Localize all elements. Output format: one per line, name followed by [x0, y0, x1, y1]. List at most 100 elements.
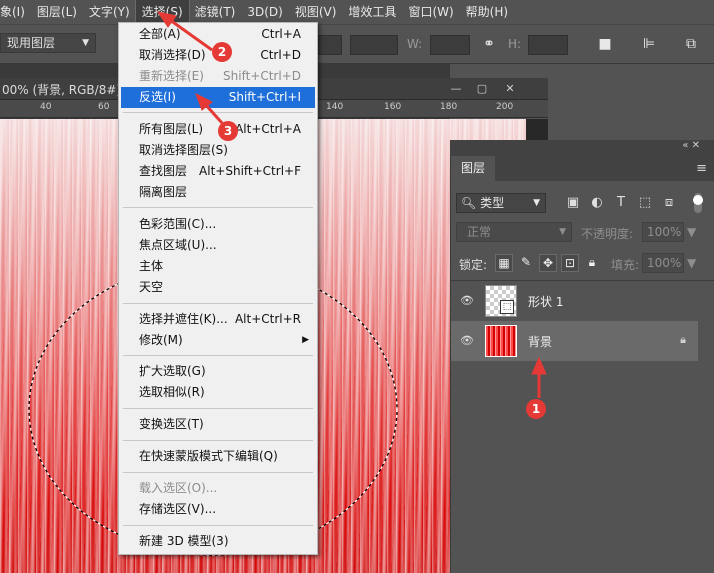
- chevron-down-icon[interactable]: ▼: [687, 225, 696, 239]
- lock-label: 锁定:: [459, 258, 488, 272]
- menu-item-new-3d-model[interactable]: 新建 3D 模型(3): [121, 531, 315, 552]
- menu-item-focus-area[interactable]: 焦点区域(U)...: [121, 235, 315, 256]
- menu-item-label: 反选(I): [139, 90, 176, 104]
- fill-label: 填充:: [611, 258, 640, 272]
- menu-item-find-layers[interactable]: 查找图层 Alt+Shift+Ctrl+F: [121, 161, 315, 182]
- menu-type[interactable]: 文字(Y): [83, 0, 136, 24]
- lock-image-icon[interactable]: ✎: [517, 254, 535, 272]
- lock-artboard-icon[interactable]: ⊡: [561, 254, 579, 272]
- link-icon[interactable]: ⚭: [480, 35, 498, 53]
- type-filter-icon[interactable]: T: [613, 195, 629, 211]
- menu-item-label: 扩大选取(G): [139, 364, 206, 378]
- options-bar: 现用图层 ▼ W: ⚭ H: ■ ⊫ ⧉: [0, 24, 714, 64]
- menu-filter[interactable]: 滤镜(T): [189, 0, 242, 24]
- menu-item-shortcut: Alt+Shift+Ctrl+F: [199, 164, 301, 178]
- ruler-tick-label: 60: [98, 102, 110, 112]
- layer-row-shape-1[interactable]: 👁︎ ⬚ 形状 1: [451, 281, 698, 321]
- menu-separator: [123, 303, 313, 304]
- menu-item-label: 在快速蒙版模式下编辑(Q): [139, 449, 278, 463]
- menu-item-label: 全部(A): [139, 27, 181, 41]
- menu-item-select-and-mask[interactable]: 选择并遮住(K)... Alt+Ctrl+R: [121, 309, 315, 330]
- layer-filter-select[interactable]: 🔍︎ 类型 ▼: [456, 193, 546, 213]
- menu-select[interactable]: 选择(S): [134, 0, 190, 25]
- menu-item-transform-selection[interactable]: 变换选区(T): [121, 414, 315, 435]
- image-filter-icon[interactable]: ▣: [565, 195, 581, 211]
- menu-3d[interactable]: 3D(D): [241, 0, 288, 24]
- layer-name: 形状 1: [528, 295, 564, 309]
- path-arrangement-icon[interactable]: ⧉: [682, 35, 700, 53]
- height-input[interactable]: [528, 35, 568, 55]
- height-label: H:: [508, 37, 522, 51]
- layers-panel: 图层 ≡ 🔍︎ 类型 ▼ ▣ ◐ T ⬚ ⧈ 正常 ▼ 不透明度: 100% ▼…: [450, 156, 714, 573]
- select-menu-dropdown: 全部(A) Ctrl+A 取消选择(D) Ctrl+D 重新选择(E) Shift+C…: [118, 22, 318, 555]
- menu-item-modify[interactable]: 修改(M) ▶: [121, 330, 315, 351]
- smart-object-filter-icon[interactable]: ⧈: [661, 195, 677, 211]
- menu-view[interactable]: 视图(V): [289, 0, 343, 24]
- chevron-down-icon: ▼: [533, 198, 540, 208]
- opacity-input[interactable]: 100%: [642, 222, 684, 242]
- menu-bar: 象(I) 图层(L) 文字(Y) 选择(S) 滤镜(T) 3D(D) 视图(V)…: [0, 0, 714, 25]
- collapse-panels-icon[interactable]: « ✕: [682, 140, 700, 151]
- menu-item-label: 修改(M): [139, 333, 183, 347]
- menu-layer[interactable]: 图层(L): [31, 0, 83, 24]
- menu-separator: [123, 525, 313, 526]
- menu-item-grow[interactable]: 扩大选取(G): [121, 361, 315, 382]
- menu-item-save-selection[interactable]: 存储选区(V)...: [121, 499, 315, 520]
- width-label: W:: [407, 37, 423, 51]
- panel-tab-bar: 图层 ≡: [451, 156, 714, 181]
- menu-separator: [123, 207, 313, 208]
- lock-all-icon[interactable]: 🔒︎: [583, 254, 601, 272]
- menu-item-shortcut: Ctrl+A: [261, 27, 301, 41]
- menu-item-isolate-layers[interactable]: 隔离图层: [121, 182, 315, 203]
- menu-item-quick-mask[interactable]: 在快速蒙版模式下编辑(Q): [121, 446, 315, 467]
- visibility-eye-icon[interactable]: 👁︎: [459, 333, 475, 349]
- ruler-tick-label: 180: [440, 102, 458, 112]
- menu-item-label: 焦点区域(U)...: [139, 238, 217, 252]
- visibility-eye-icon[interactable]: 👁︎: [459, 293, 475, 309]
- path-operations-icon[interactable]: ■: [596, 35, 614, 53]
- shape-filter-icon[interactable]: ⬚: [637, 195, 653, 211]
- minimize-icon[interactable]: —: [446, 80, 466, 97]
- stroke-style-select[interactable]: [350, 35, 398, 55]
- ruler-tick-label: 160: [384, 102, 402, 112]
- filter-toggle[interactable]: [693, 193, 703, 213]
- menu-separator: [123, 440, 313, 441]
- menu-separator: [123, 112, 313, 113]
- menu-window[interactable]: 窗口(W): [402, 0, 459, 24]
- menu-item-label: 新建 3D 模型(3): [139, 534, 229, 548]
- menu-item-shortcut: Shift+Ctrl+I: [228, 90, 301, 104]
- panel-dock-header: « ✕: [450, 140, 714, 156]
- option-field[interactable]: [318, 35, 342, 55]
- panel-menu-icon[interactable]: ≡: [696, 161, 707, 176]
- maximize-icon[interactable]: ▢: [472, 80, 492, 97]
- close-icon[interactable]: ✕: [500, 80, 520, 97]
- menu-item-inverse[interactable]: 反选(I) Shift+Ctrl+I: [121, 87, 315, 108]
- menu-help[interactable]: 帮助(H): [460, 0, 514, 24]
- menu-item-sky[interactable]: 天空: [121, 277, 315, 298]
- shape-layer-icon: ⬚: [500, 300, 514, 314]
- chevron-down-icon[interactable]: ▼: [687, 256, 696, 270]
- tab-layers[interactable]: 图层: [451, 156, 495, 181]
- lock-transparent-icon[interactable]: ▦: [495, 254, 513, 272]
- blend-mode-select[interactable]: 正常 ▼: [456, 222, 572, 242]
- menu-image[interactable]: 象(I): [0, 0, 31, 24]
- menu-item-reselect[interactable]: 重新选择(E) Shift+Ctrl+D: [121, 66, 315, 87]
- menu-plugins[interactable]: 增效工具: [342, 0, 402, 24]
- path-alignment-icon[interactable]: ⊫: [640, 35, 658, 53]
- menu-item-deselect-layers[interactable]: 取消选择图层(S): [121, 140, 315, 161]
- menu-item-color-range[interactable]: 色彩范围(C)...: [121, 214, 315, 235]
- sample-mode-select[interactable]: 现用图层 ▼: [0, 33, 96, 53]
- menu-item-similar[interactable]: 选取相似(R): [121, 382, 315, 403]
- menu-item-label: 查找图层: [139, 164, 188, 178]
- blend-mode-value: 正常: [467, 225, 492, 239]
- layer-thumbnail: ⬚: [485, 285, 517, 317]
- menu-item-load-selection[interactable]: 载入选区(O)...: [121, 478, 315, 499]
- annotation-badge-3: 3: [218, 121, 238, 141]
- menu-item-subject[interactable]: 主体: [121, 256, 315, 277]
- menu-item-label: 选择并遮住(K)...: [139, 312, 228, 326]
- fill-input[interactable]: 100%: [642, 253, 684, 273]
- lock-position-icon[interactable]: ✥: [539, 254, 557, 272]
- layer-row-background[interactable]: 👁︎ 背景 🔒︎: [451, 321, 698, 361]
- adjustment-filter-icon[interactable]: ◐: [589, 195, 605, 211]
- width-input[interactable]: [430, 35, 470, 55]
